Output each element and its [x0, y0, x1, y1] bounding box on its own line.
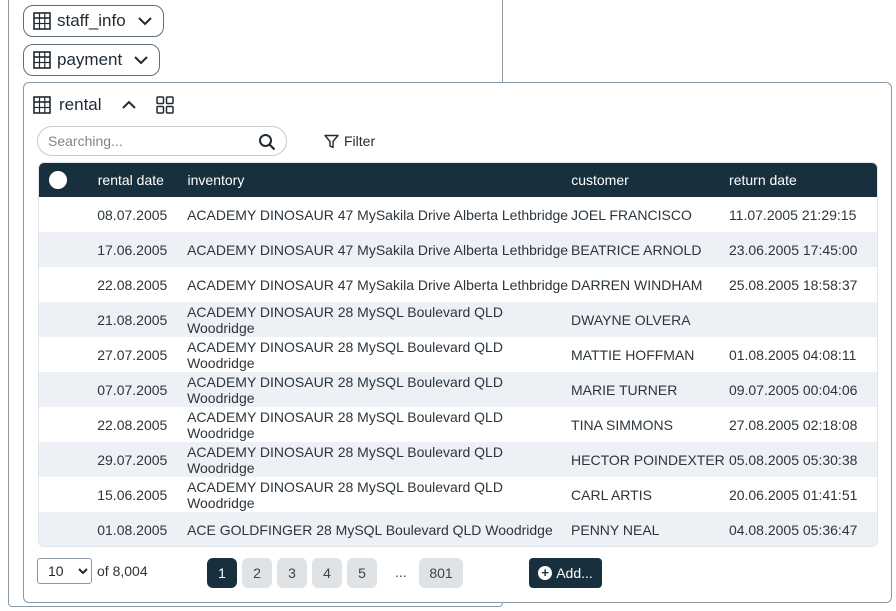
- table-row[interactable]: 07.07.2005 ACADEMY DINOSAUR 28 MySQL Boul…: [39, 372, 877, 407]
- add-button[interactable]: + Add...: [529, 558, 602, 588]
- plus-icon: +: [538, 566, 553, 580]
- filter-button[interactable]: Filter: [324, 133, 375, 149]
- cell-return-date: 01.08.2005 04:08:11: [728, 346, 857, 363]
- cell-customer: HECTOR POINDEXTER: [571, 451, 725, 468]
- table-row[interactable]: 21.08.2005 ACADEMY DINOSAUR 28 MySQL Boul…: [39, 302, 877, 337]
- page-button-2[interactable]: 2: [242, 558, 272, 588]
- cell-return-date: 23.06.2005 17:45:00: [728, 241, 858, 258]
- cell-customer: JOEL FRANCISCO: [571, 206, 692, 223]
- table-name: staff_info: [57, 11, 126, 30]
- cell-rental-date: 22.08.2005: [97, 416, 168, 433]
- table-footer: 10 of 8,004 1 2 3 4 5 ... 801 + Add...: [37, 558, 877, 590]
- cell-rental-date: 15.06.2005: [97, 486, 168, 503]
- cell-inventory: ACADEMY DINOSAUR 28 MySQL Boulevard QLD …: [187, 373, 503, 406]
- search-box: [37, 126, 287, 156]
- table-payment[interactable]: payment: [23, 44, 161, 76]
- table-icon: [33, 96, 51, 114]
- rental-panel: rental Filter rental date inventory cust…: [23, 82, 892, 603]
- panel-title: rental: [59, 95, 102, 114]
- table-row[interactable]: 22.08.2005 ACADEMY DINOSAUR 28 MySQL Boul…: [39, 407, 877, 442]
- pagination-ellipsis: ...: [395, 564, 407, 580]
- cell-customer: PENNY NEAL: [571, 521, 660, 538]
- page-size-select[interactable]: 10: [37, 558, 92, 584]
- cell-customer: DWAYNE OLVERA: [571, 311, 691, 328]
- cell-rental-date: 21.08.2005: [97, 311, 168, 328]
- table-name: payment: [57, 50, 123, 69]
- table-staff-info[interactable]: staff_info: [23, 5, 164, 37]
- page-button-1[interactable]: 1: [207, 558, 237, 588]
- cell-rental-date: 17.06.2005: [97, 241, 168, 258]
- table-row[interactable]: 15.06.2005 ACADEMY DINOSAUR 28 MySQL Boul…: [39, 477, 877, 512]
- cell-inventory: ACADEMY DINOSAUR 47 MySakila Drive Alber…: [187, 241, 569, 258]
- cell-return-date: 27.08.2005 02:18:08: [728, 416, 858, 433]
- cell-inventory: ACADEMY DINOSAUR 28 MySQL Boulevard QLD …: [187, 478, 503, 511]
- page-button-3[interactable]: 3: [277, 558, 307, 588]
- cell-customer: BEATRICE ARNOLD: [571, 241, 702, 258]
- cell-return-date: 05.08.2005 05:30:38: [728, 451, 858, 468]
- search-input[interactable]: [48, 131, 248, 151]
- table-icon: [33, 12, 51, 30]
- cell-return-date: 09.07.2005 00:04:06: [728, 381, 858, 398]
- cell-inventory: ACADEMY DINOSAUR 28 MySQL Boulevard QLD …: [187, 443, 503, 476]
- column-header-return-date[interactable]: return date: [729, 172, 877, 188]
- cell-return-date: 20.06.2005 01:41:51: [728, 486, 858, 503]
- select-all-checkbox[interactable]: [49, 171, 67, 189]
- table-body: 08.07.2005 ACADEMY DINOSAUR 47 MySakila D…: [39, 197, 877, 546]
- table-row[interactable]: 08.07.2005 ACADEMY DINOSAUR 47 MySakila D…: [39, 197, 877, 232]
- cell-inventory: ACADEMY DINOSAUR 47 MySakila Drive Alber…: [187, 206, 569, 223]
- cell-rental-date: 22.08.2005: [97, 276, 168, 293]
- cell-inventory: ACADEMY DINOSAUR 28 MySQL Boulevard QLD …: [187, 408, 503, 441]
- cell-rental-date: 29.07.2005: [97, 451, 168, 468]
- grid-view-icon[interactable]: [155, 96, 174, 114]
- column-header-inventory[interactable]: inventory: [188, 172, 572, 188]
- table-icon: [33, 51, 51, 69]
- cell-inventory: ACADEMY DINOSAUR 28 MySQL Boulevard QLD …: [187, 338, 503, 371]
- search-icon[interactable]: [258, 133, 276, 151]
- cell-customer: CARL ARTIS: [571, 486, 652, 503]
- page-button-5[interactable]: 5: [347, 558, 377, 588]
- chevron-down-icon[interactable]: [136, 12, 154, 30]
- add-button-label: Add...: [556, 565, 593, 581]
- data-table: rental date inventory customer return da…: [38, 162, 878, 547]
- column-header-rental-date[interactable]: rental date: [98, 172, 188, 188]
- cell-return-date: 04.08.2005 05:36:47: [728, 521, 858, 538]
- table-row[interactable]: 22.08.2005 ACADEMY DINOSAUR 47 MySakila D…: [39, 267, 877, 302]
- table-row[interactable]: 27.07.2005 ACADEMY DINOSAUR 28 MySQL Boul…: [39, 337, 877, 372]
- page-button-4[interactable]: 4: [312, 558, 342, 588]
- cell-inventory: ACE GOLDFINGER 28 MySQL Boulevard QLD Wo…: [187, 521, 553, 538]
- cell-inventory: ACADEMY DINOSAUR 28 MySQL Boulevard QLD …: [187, 303, 503, 336]
- cell-rental-date: 27.07.2005: [97, 346, 168, 363]
- cell-rental-date: 01.08.2005: [97, 521, 168, 538]
- page-button-last[interactable]: 801: [419, 558, 463, 588]
- table-row[interactable]: 29.07.2005 ACADEMY DINOSAUR 28 MySQL Boul…: [39, 442, 877, 477]
- cell-rental-date: 07.07.2005: [97, 381, 168, 398]
- total-count: of 8,004: [97, 563, 148, 579]
- column-header-customer[interactable]: customer: [571, 172, 729, 188]
- filter-label: Filter: [344, 133, 376, 149]
- cell-return-date: 25.08.2005 18:58:37: [728, 276, 858, 293]
- table-row[interactable]: 17.06.2005 ACADEMY DINOSAUR 47 MySakila D…: [39, 232, 877, 267]
- filter-icon: [324, 134, 339, 148]
- cell-customer: MARIE TURNER: [571, 381, 678, 398]
- cell-customer: TINA SIMMONS: [571, 416, 673, 433]
- cell-rental-date: 08.07.2005: [97, 206, 168, 223]
- panel-header: rental: [33, 95, 174, 115]
- table-row[interactable]: 01.08.2005 ACE GOLDFINGER 28 MySQL Boulev…: [39, 512, 877, 546]
- cell-inventory: ACADEMY DINOSAUR 47 MySakila Drive Alber…: [187, 276, 569, 293]
- table-header: rental date inventory customer return da…: [39, 163, 877, 197]
- cell-return-date: 11.07.2005 21:29:15: [728, 206, 857, 223]
- chevron-down-icon[interactable]: [132, 51, 150, 69]
- cell-customer: DARREN WINDHAM: [571, 276, 703, 293]
- cell-customer: MATTIE HOFFMAN: [571, 346, 695, 363]
- chevron-up-icon[interactable]: [120, 96, 138, 114]
